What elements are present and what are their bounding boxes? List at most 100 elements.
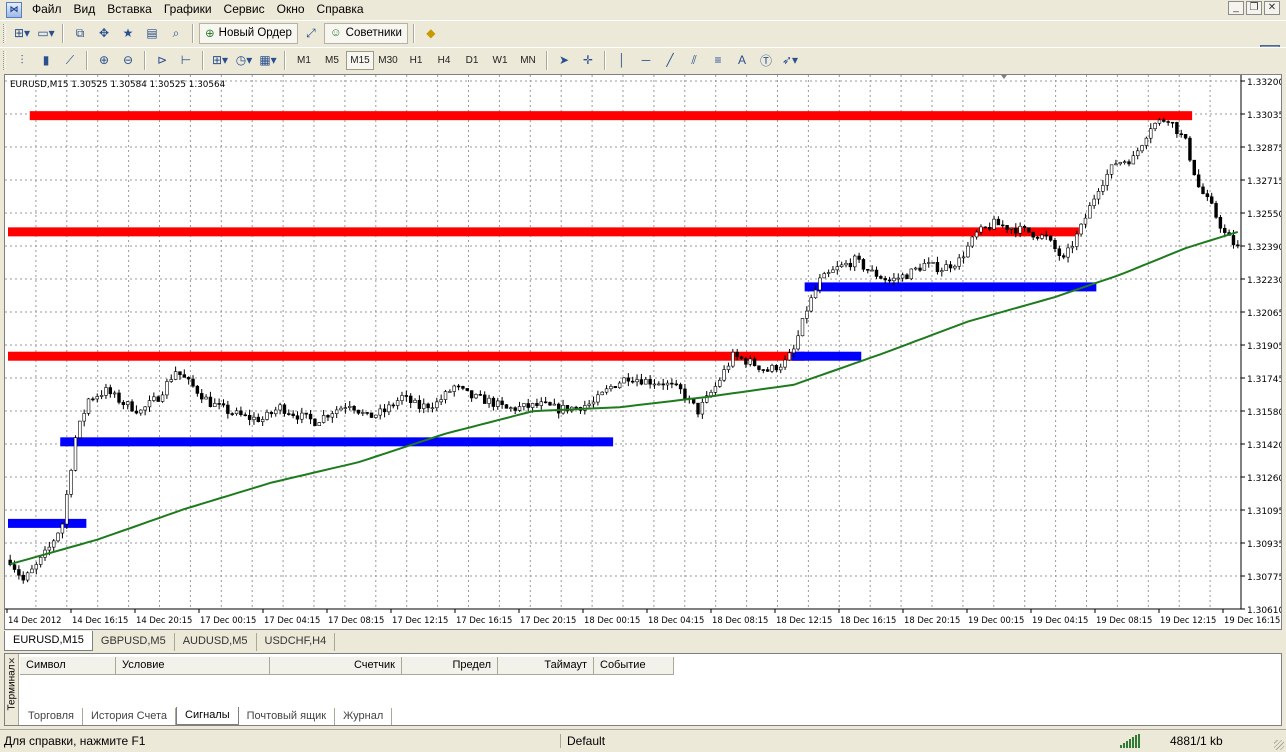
- candle-body: [987, 227, 992, 230]
- terminal-tab[interactable]: Почтовый ящик: [239, 707, 336, 725]
- column-header[interactable]: Событие: [594, 657, 674, 675]
- menu-item[interactable]: Вид: [68, 0, 102, 19]
- level-line[interactable]: [29, 111, 1193, 121]
- profiles-icon[interactable]: ▭▾: [35, 23, 57, 44]
- column-header[interactable]: Таймаут: [498, 657, 594, 675]
- horizontal-line-icon[interactable]: ─: [635, 50, 657, 71]
- terminal-tab[interactable]: Сигналы: [176, 707, 239, 725]
- candle-body: [278, 404, 282, 411]
- menu-item[interactable]: Файл: [26, 0, 68, 19]
- chart-tab[interactable]: USDCHF,H4: [257, 633, 336, 651]
- candlestick-icon[interactable]: ▮: [35, 50, 57, 71]
- experts-button[interactable]: ☺ Советники: [323, 22, 408, 44]
- crosshair-icon[interactable]: ✛: [577, 50, 599, 71]
- timeframe-button[interactable]: M5: [318, 51, 346, 70]
- chart-tab[interactable]: AUDUSD,M5: [175, 633, 257, 651]
- arrows-icon[interactable]: ➶▾: [779, 50, 801, 71]
- chart-window[interactable]: 1.33200 1.33035 1.32875 1.32715 1.32550 1.323…: [4, 74, 1284, 630]
- column-header[interactable]: Условие: [116, 657, 270, 675]
- terminal-tab[interactable]: Журнал: [335, 707, 393, 725]
- terminal-tab[interactable]: Торговля: [20, 707, 83, 725]
- line-chart-icon[interactable]: ⟋: [59, 50, 81, 71]
- new-chart-icon[interactable]: ⊞▾: [11, 23, 33, 44]
- autoscroll-icon[interactable]: ⊳: [151, 50, 173, 71]
- menu-item[interactable]: Справка: [311, 0, 370, 19]
- column-header[interactable]: Счетчик: [270, 657, 402, 675]
- new-order-button[interactable]: ⊕ Новый Ордер: [199, 22, 298, 44]
- column-header[interactable]: Предел: [402, 657, 498, 675]
- menu-item[interactable]: Вставка: [101, 0, 158, 19]
- strategy-tester-icon[interactable]: ⌕: [165, 23, 187, 44]
- indicators-icon[interactable]: ⊞▾: [209, 50, 231, 71]
- y-tick-label: 1.32390: [1247, 243, 1281, 253]
- chart-shift-marker[interactable]: [1001, 75, 1007, 79]
- periods-clock-icon[interactable]: ◷▾: [233, 50, 255, 71]
- candle-body: [1118, 162, 1122, 165]
- candle-body: [208, 396, 213, 407]
- candle-body: [509, 407, 513, 409]
- timeframe-button[interactable]: D1: [458, 51, 486, 70]
- candle-body: [21, 574, 25, 581]
- level-line[interactable]: [791, 351, 862, 361]
- vertical-line-icon[interactable]: │: [611, 50, 633, 71]
- metaeditor-icon[interactable]: ⤢: [300, 23, 322, 44]
- equidistant-channel-icon[interactable]: ⫽: [683, 50, 705, 71]
- level-line[interactable]: [8, 518, 87, 528]
- candle-body: [413, 399, 417, 403]
- warning-icon[interactable]: ◆: [420, 23, 442, 44]
- zoom-out-icon[interactable]: ⊖: [117, 50, 139, 71]
- candle-body: [169, 379, 173, 382]
- level-line[interactable]: [60, 437, 614, 447]
- candle-body: [839, 264, 844, 267]
- column-header[interactable]: Символ: [20, 657, 116, 675]
- timeframe-button[interactable]: H1: [402, 51, 430, 70]
- candle-body: [604, 388, 609, 393]
- market-watch-icon[interactable]: ⧉: [69, 23, 91, 44]
- zoom-in-icon[interactable]: ⊕: [93, 50, 115, 71]
- fibonacci-icon[interactable]: ≡: [707, 50, 729, 71]
- candle-body: [913, 267, 918, 270]
- menu-item[interactable]: Графики: [158, 0, 218, 19]
- toolbar-grip[interactable]: [3, 50, 6, 70]
- terminal-tab[interactable]: История Счета: [83, 707, 177, 725]
- close-icon[interactable]: ✕: [1264, 1, 1280, 15]
- resize-grip-icon[interactable]: [1274, 740, 1284, 750]
- timeframe-button[interactable]: W1: [486, 51, 514, 70]
- x-tick-label: 18 Dec 00:15: [584, 615, 640, 625]
- timeframe-button[interactable]: M30: [374, 51, 402, 70]
- text-tool-icon[interactable]: A: [731, 50, 753, 71]
- x-tick-label: 18 Dec 20:15: [904, 615, 960, 625]
- candle-body: [1196, 174, 1201, 188]
- x-tick-label: 14 Dec 2012: [8, 615, 62, 625]
- level-line[interactable]: [8, 351, 805, 361]
- navigator-icon[interactable]: ★: [117, 23, 139, 44]
- cursor-icon[interactable]: ➤: [553, 50, 575, 71]
- candle-body: [535, 403, 539, 406]
- terminal-window-icon[interactable]: ▤: [141, 23, 163, 44]
- timeframe-button[interactable]: MN: [514, 51, 542, 70]
- candle-body: [1044, 234, 1048, 237]
- level-line[interactable]: [8, 227, 1079, 237]
- menu-item[interactable]: Окно: [271, 0, 311, 19]
- timeframe-button[interactable]: M1: [290, 51, 318, 70]
- trendline-icon[interactable]: ╱: [659, 50, 681, 71]
- templates-icon[interactable]: ▦▾: [257, 50, 279, 71]
- app-logo-icon[interactable]: ⋈: [6, 1, 22, 18]
- chart-tab[interactable]: EURUSD,M15: [4, 631, 93, 651]
- menu-item[interactable]: Сервис: [218, 0, 271, 19]
- data-window-icon[interactable]: ✥: [93, 23, 115, 44]
- restore-icon[interactable]: ❐: [1246, 1, 1262, 15]
- text-label-icon[interactable]: Ⓣ: [755, 50, 777, 71]
- timeframe-button[interactable]: M15: [346, 50, 374, 70]
- candle-body: [173, 371, 178, 380]
- price-chart[interactable]: 1.33200 1.33035 1.32875 1.32715 1.32550 1.323…: [5, 75, 1284, 629]
- toolbar-grip[interactable]: [3, 23, 6, 43]
- chart-shift-icon[interactable]: ⊢: [175, 50, 197, 71]
- bar-chart-icon[interactable]: ⫶: [11, 50, 33, 71]
- level-line[interactable]: [804, 282, 1097, 292]
- chart-tab[interactable]: GBPUSD,M5: [93, 633, 175, 651]
- candle-body: [165, 381, 169, 396]
- timeframe-button[interactable]: H4: [430, 51, 458, 70]
- x-tick-label: 18 Dec 08:15: [712, 615, 768, 625]
- minimize-icon[interactable]: _: [1228, 1, 1244, 15]
